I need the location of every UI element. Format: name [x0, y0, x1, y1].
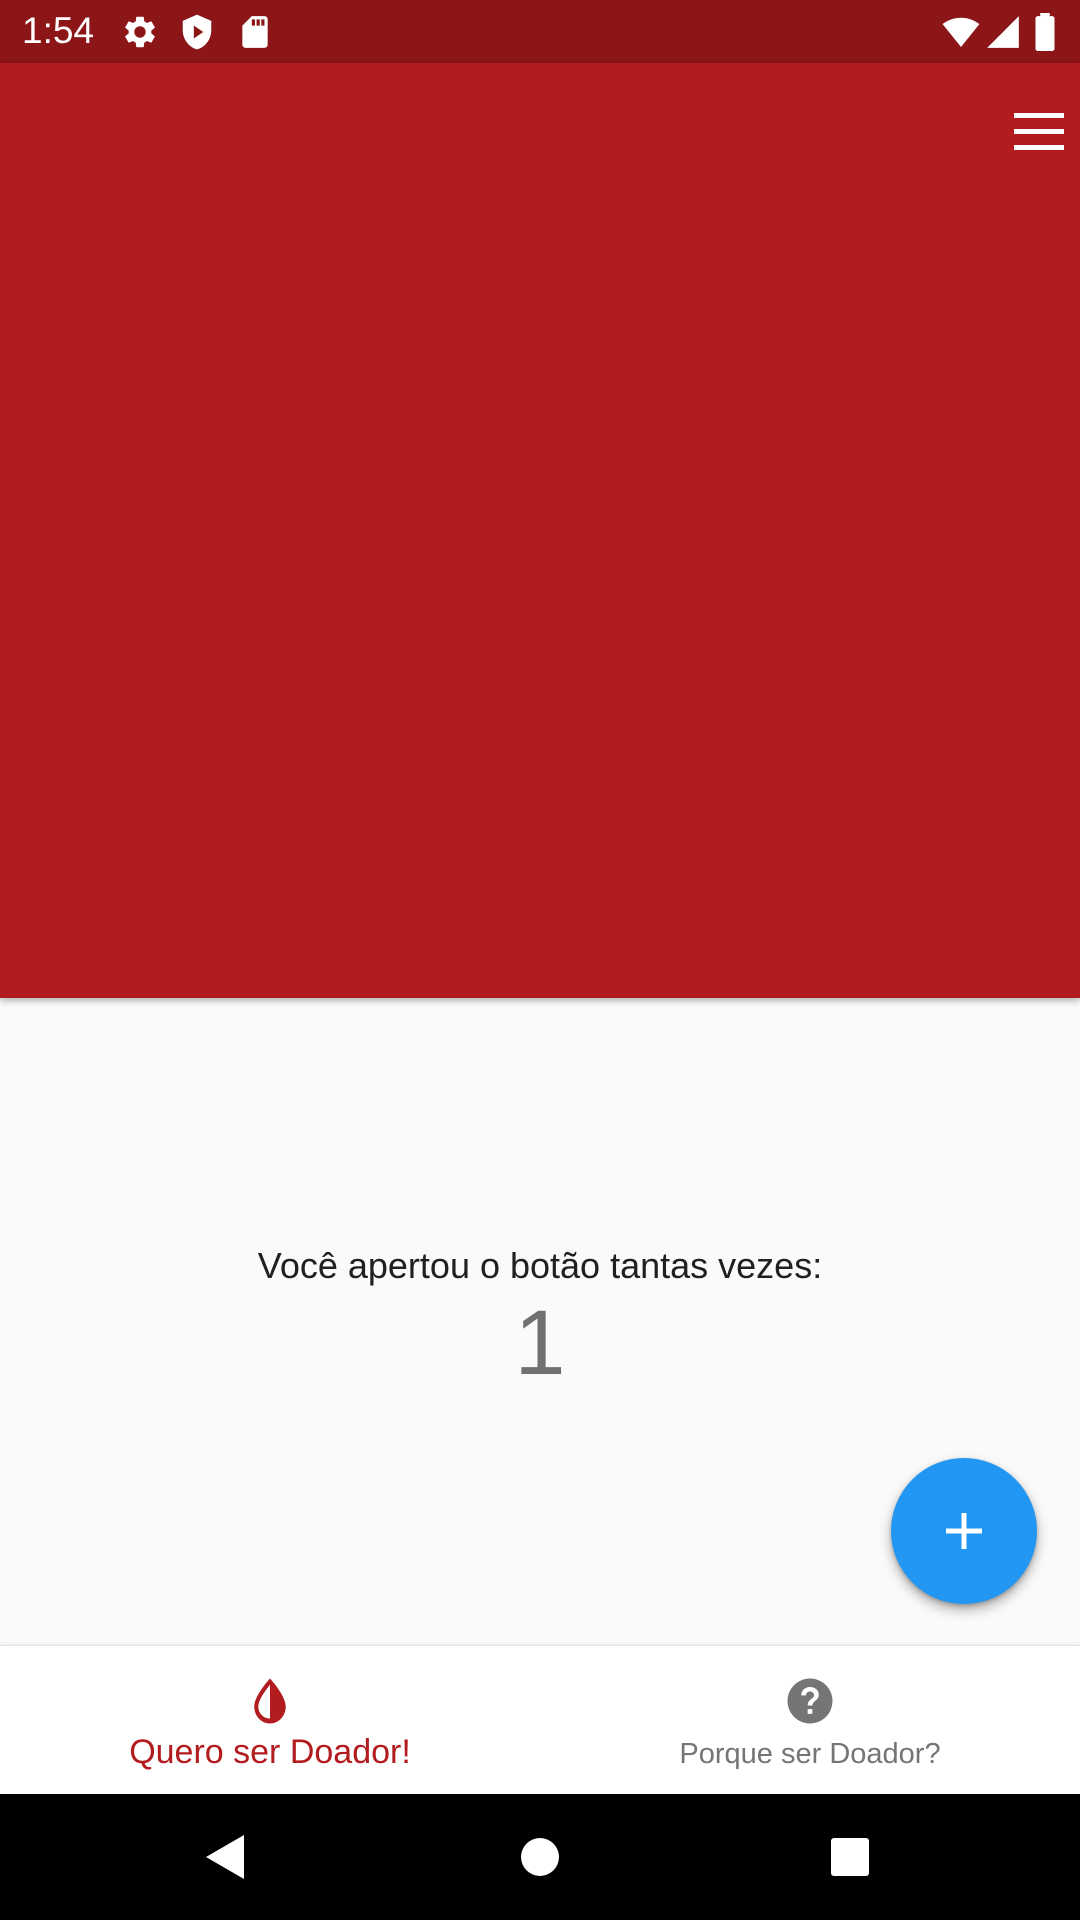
app-header — [0, 63, 1080, 998]
status-bar: 1:54 — [0, 0, 1080, 63]
nav-label-quero-ser-doador: Quero ser Doador! — [129, 1733, 411, 1771]
home-icon — [521, 1838, 559, 1876]
increment-fab-button[interactable] — [891, 1458, 1037, 1604]
bottom-navigation: Quero ser Doador! Porque ser Doador? — [0, 1645, 1080, 1794]
blood-drop-icon — [243, 1674, 297, 1728]
status-time: 1:54 — [22, 10, 95, 51]
menu-button[interactable] — [1006, 107, 1072, 157]
back-icon — [206, 1835, 244, 1879]
signal-icon — [984, 13, 1022, 51]
wifi-icon — [942, 13, 980, 51]
sd-card-icon — [236, 13, 274, 51]
battery-icon — [1030, 13, 1060, 51]
system-navigation-bar — [0, 1794, 1080, 1920]
nav-item-porque-ser-doador[interactable]: Porque ser Doador? — [540, 1646, 1080, 1794]
back-button[interactable] — [196, 1827, 256, 1887]
counter-value: 1 — [514, 1292, 566, 1394]
counter-label: Você apertou o botão tantas vezes: — [257, 1245, 823, 1286]
plus-icon — [944, 1511, 984, 1551]
shield-icon — [178, 13, 216, 51]
nav-label-porque-ser-doador: Porque ser Doador? — [679, 1738, 941, 1770]
recents-icon — [831, 1838, 869, 1876]
nav-item-quero-ser-doador[interactable]: Quero ser Doador! — [0, 1646, 540, 1794]
home-button[interactable] — [510, 1827, 570, 1887]
menu-icon — [1014, 113, 1064, 150]
help-circle-icon — [783, 1674, 837, 1728]
settings-icon — [121, 13, 159, 51]
recents-button[interactable] — [820, 1827, 880, 1887]
